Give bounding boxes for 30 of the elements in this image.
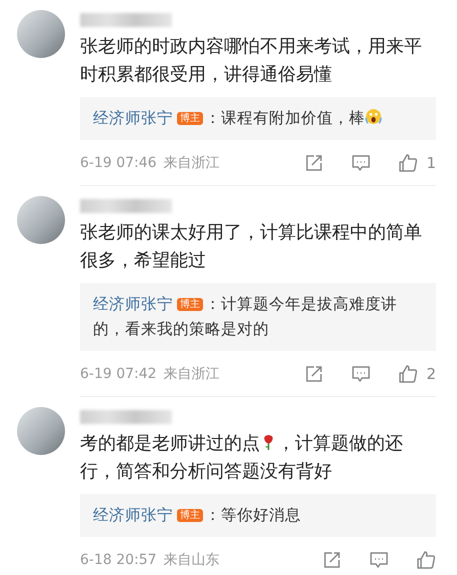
screaming-face-icon xyxy=(365,108,382,125)
location-text: 来自浙江 xyxy=(164,154,220,172)
avatar[interactable] xyxy=(17,10,65,58)
comment-icon[interactable] xyxy=(369,550,389,570)
timestamp: 6-19 07:42 xyxy=(80,366,157,382)
thumbs-up-icon[interactable] xyxy=(416,550,436,570)
reply-author-link[interactable]: 经济师张宁 xyxy=(93,295,173,313)
blogger-badge: 博主 xyxy=(177,509,203,522)
comment-text: 考的都是老师讲过的点 ，计算题做的还行，简答和分析问答题没有背好 xyxy=(80,432,404,484)
like-count: 1 xyxy=(426,154,436,172)
share-icon[interactable] xyxy=(322,550,342,570)
location-text: 来自山东 xyxy=(164,551,220,569)
comment-icon[interactable] xyxy=(351,364,372,384)
blogger-badge: 博主 xyxy=(177,112,203,125)
reply-author-link[interactable]: 经济师张宁 xyxy=(93,506,173,524)
avatar[interactable] xyxy=(17,407,65,455)
share-icon[interactable] xyxy=(304,364,324,384)
location-text: 来自浙江 xyxy=(164,365,220,383)
timestamp: 6-19 07:46 xyxy=(80,155,157,171)
thumbs-up-icon[interactable] xyxy=(398,364,418,384)
reply-author-link[interactable]: 经济师张宁 xyxy=(93,109,173,127)
timestamp: 6-18 20:57 xyxy=(80,552,157,568)
comment-text: 张老师的课太好用了，计算比课程中的简单很多，希望能过 xyxy=(80,221,423,273)
comment-text: 张老师的时政内容哪怕不用来考试，用来平时积累都很受用，讲得通俗易懂 xyxy=(80,35,423,87)
thumbs-up-icon[interactable] xyxy=(398,153,418,173)
avatar[interactable] xyxy=(17,196,65,244)
blogger-badge: 博主 xyxy=(177,298,203,311)
like-count: 2 xyxy=(426,365,436,383)
share-icon[interactable] xyxy=(304,153,324,173)
comment-icon[interactable] xyxy=(351,153,372,173)
